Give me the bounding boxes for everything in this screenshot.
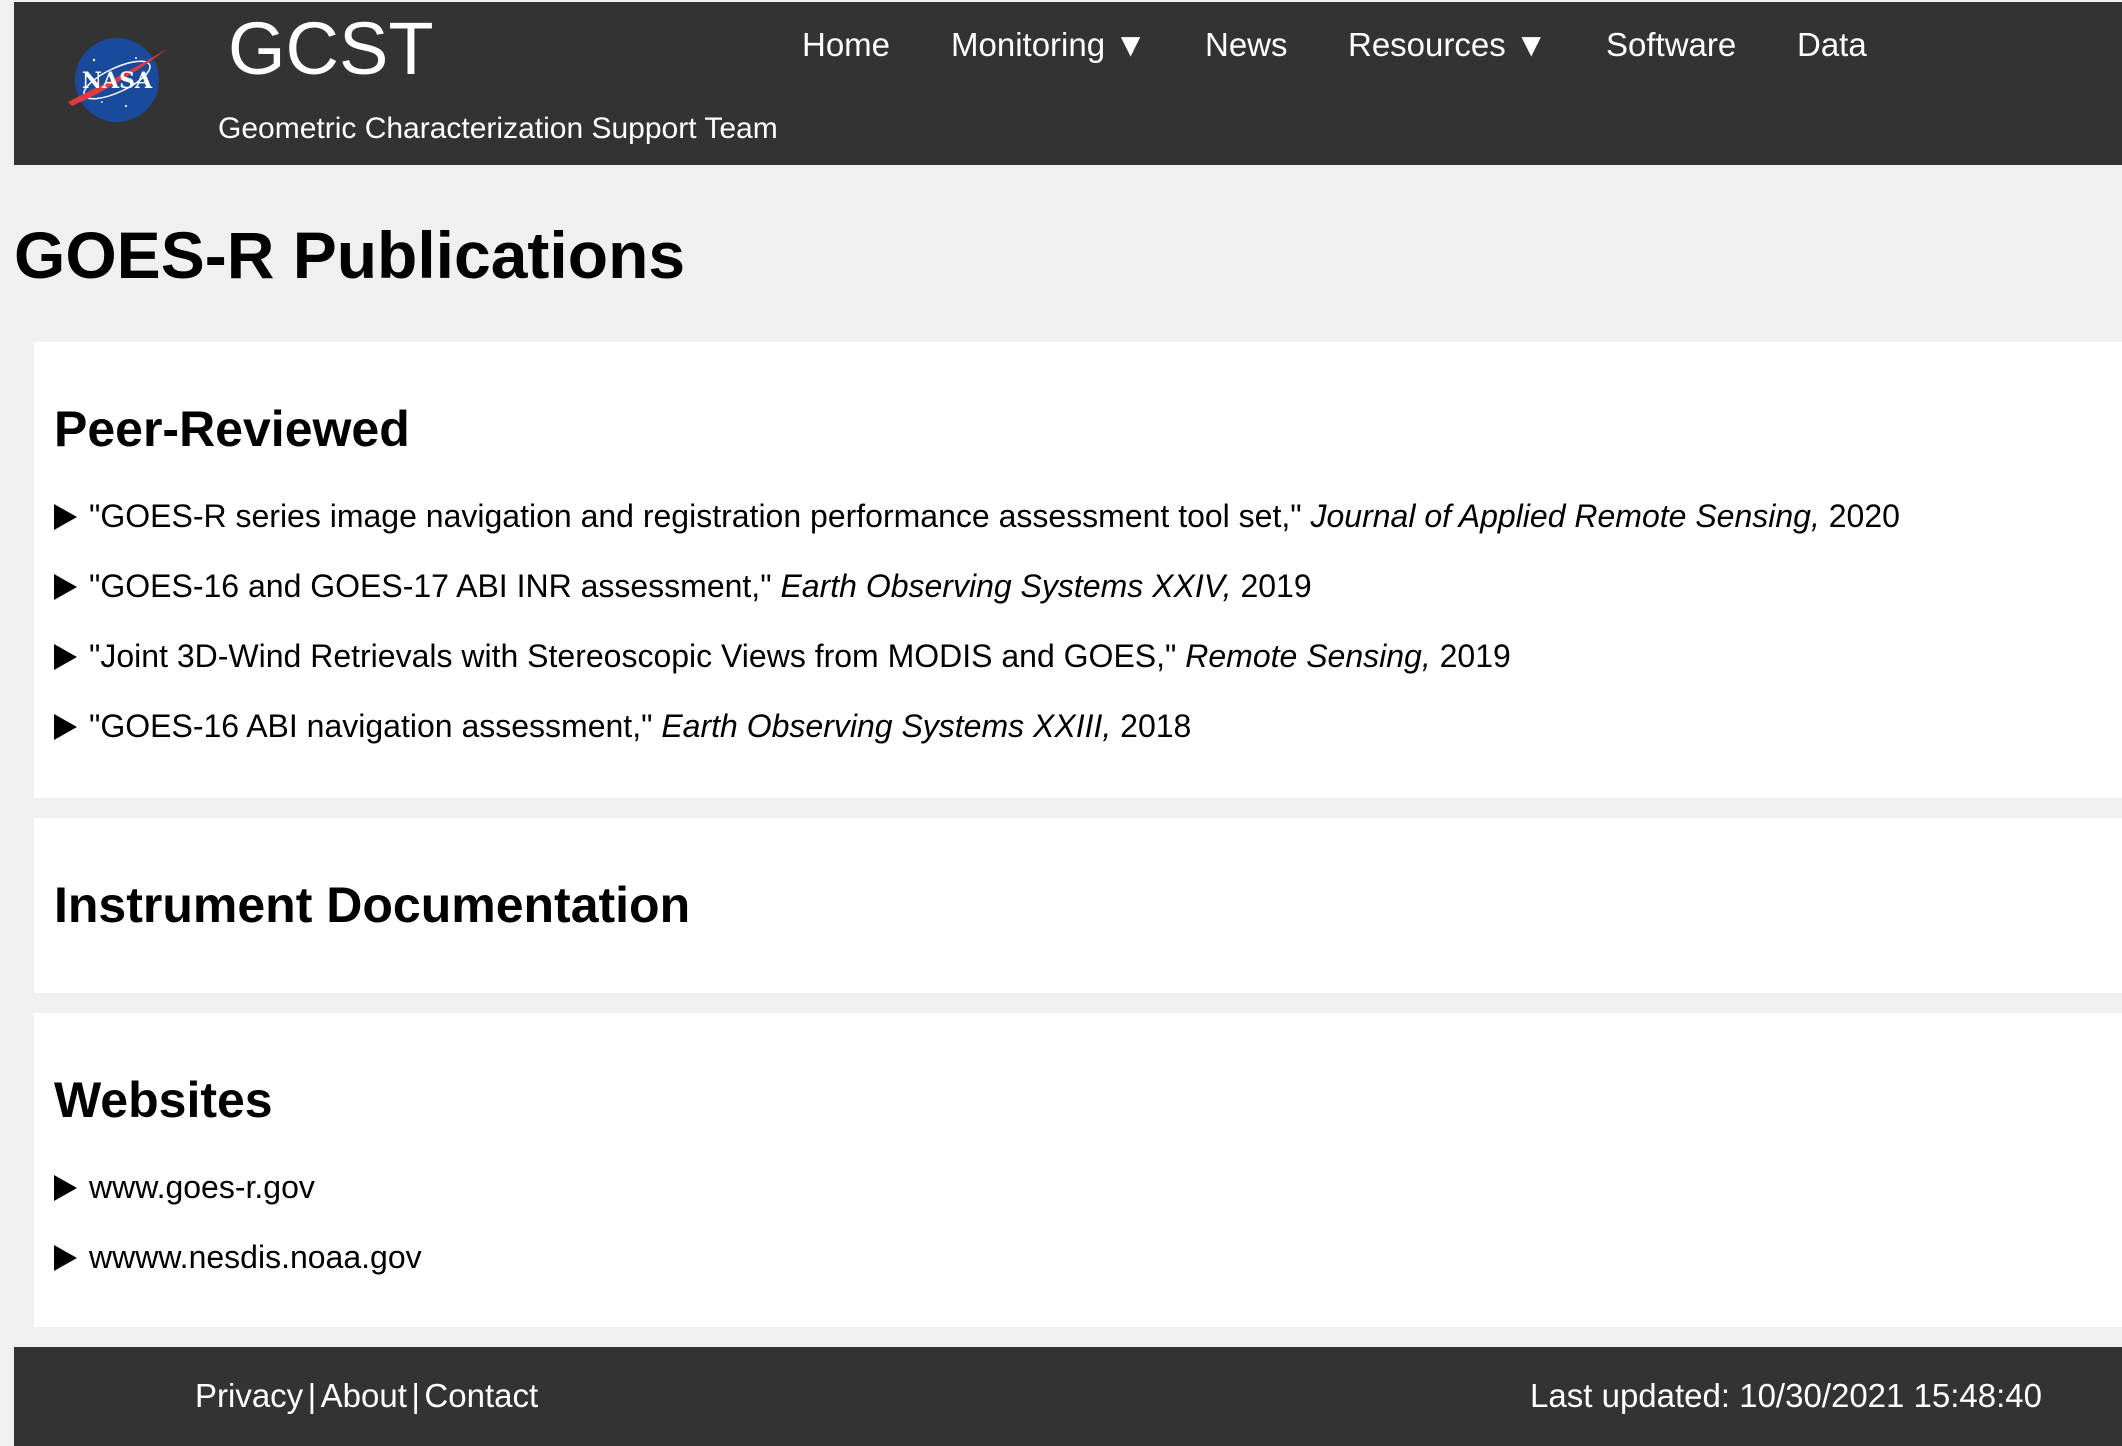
website-link[interactable]: www.goes-r.gov [89,1169,315,1205]
nasa-logo-text: NASA [82,68,153,94]
footer-about-link[interactable]: About [321,1377,407,1414]
expand-triangle-icon[interactable] [54,1175,77,1201]
website-item[interactable]: wwww.nesdis.noaa.gov [54,1241,422,1273]
publication-title: "GOES-16 ABI navigation assessment," [89,708,653,744]
website-link[interactable]: wwww.nesdis.noaa.gov [89,1239,422,1275]
peer-reviewed-section: Peer-Reviewed "GOES-R series image navig… [34,342,2122,798]
footer-separator: | [411,1377,420,1414]
page-title: GOES-R Publications [14,218,686,292]
publication-title: "Joint 3D-Wind Retrievals with Stereosco… [89,638,1177,674]
footer: Privacy | About | Contact Last updated: … [14,1347,2122,1446]
instrument-documentation-section: Instrument Documentation [34,818,2122,993]
publication-journal: Earth Observing Systems XXIV, [780,568,1232,604]
publication-item[interactable]: "Joint 3D-Wind Retrievals with Stereosco… [54,640,1511,672]
nav-home[interactable]: Home [802,28,890,61]
publication-item[interactable]: "GOES-16 ABI navigation assessment," Ear… [54,710,1191,742]
publication-year: 2019 [1439,638,1511,674]
publication-journal: Remote Sensing, [1185,638,1431,674]
last-updated: Last updated: 10/30/2021 15:48:40 [1530,1377,2042,1414]
publication-year: 2019 [1240,568,1312,604]
websites-section: Websites www.goes-r.gov wwww.nesdis.noaa… [34,1013,2122,1327]
expand-triangle-icon[interactable] [54,504,77,530]
nav-data[interactable]: Data [1797,28,1867,61]
site-title[interactable]: GCST [228,12,434,86]
footer-contact-link[interactable]: Contact [424,1377,538,1414]
publication-year: 2020 [1828,498,1900,534]
footer-separator: | [307,1377,317,1414]
expand-triangle-icon[interactable] [54,1245,77,1271]
nav-resources-dropdown[interactable]: Resources ▼ [1348,28,1548,61]
publication-item[interactable]: "GOES-R series image navigation and regi… [54,500,1900,532]
expand-triangle-icon[interactable] [54,644,77,670]
nasa-logo[interactable]: NASA [64,36,170,124]
nav-news[interactable]: News [1205,28,1288,61]
instrument-documentation-heading: Instrument Documentation [54,877,691,933]
publication-year: 2018 [1120,708,1192,744]
websites-heading: Websites [54,1072,273,1128]
site-subtitle: Geometric Characterization Support Team [218,112,778,145]
peer-reviewed-heading: Peer-Reviewed [54,401,410,457]
footer-links: Privacy | About | Contact [195,1379,538,1412]
expand-triangle-icon[interactable] [54,714,77,740]
nav-software[interactable]: Software [1606,28,1736,61]
footer-privacy-link[interactable]: Privacy [195,1377,303,1414]
publication-title: "GOES-R series image navigation and regi… [89,498,1302,534]
publication-journal: Earth Observing Systems XXIII, [661,708,1112,744]
top-nav-bar: NASA GCST Geometric Characterization Sup… [14,2,2122,165]
publication-item[interactable]: "GOES-16 and GOES-17 ABI INR assessment,… [54,570,1312,602]
expand-triangle-icon[interactable] [54,574,77,600]
website-item[interactable]: www.goes-r.gov [54,1171,315,1203]
publication-title: "GOES-16 and GOES-17 ABI INR assessment,… [89,568,772,604]
publication-journal: Journal of Applied Remote Sensing, [1310,498,1820,534]
nav-monitoring-dropdown[interactable]: Monitoring ▼ [951,28,1147,61]
